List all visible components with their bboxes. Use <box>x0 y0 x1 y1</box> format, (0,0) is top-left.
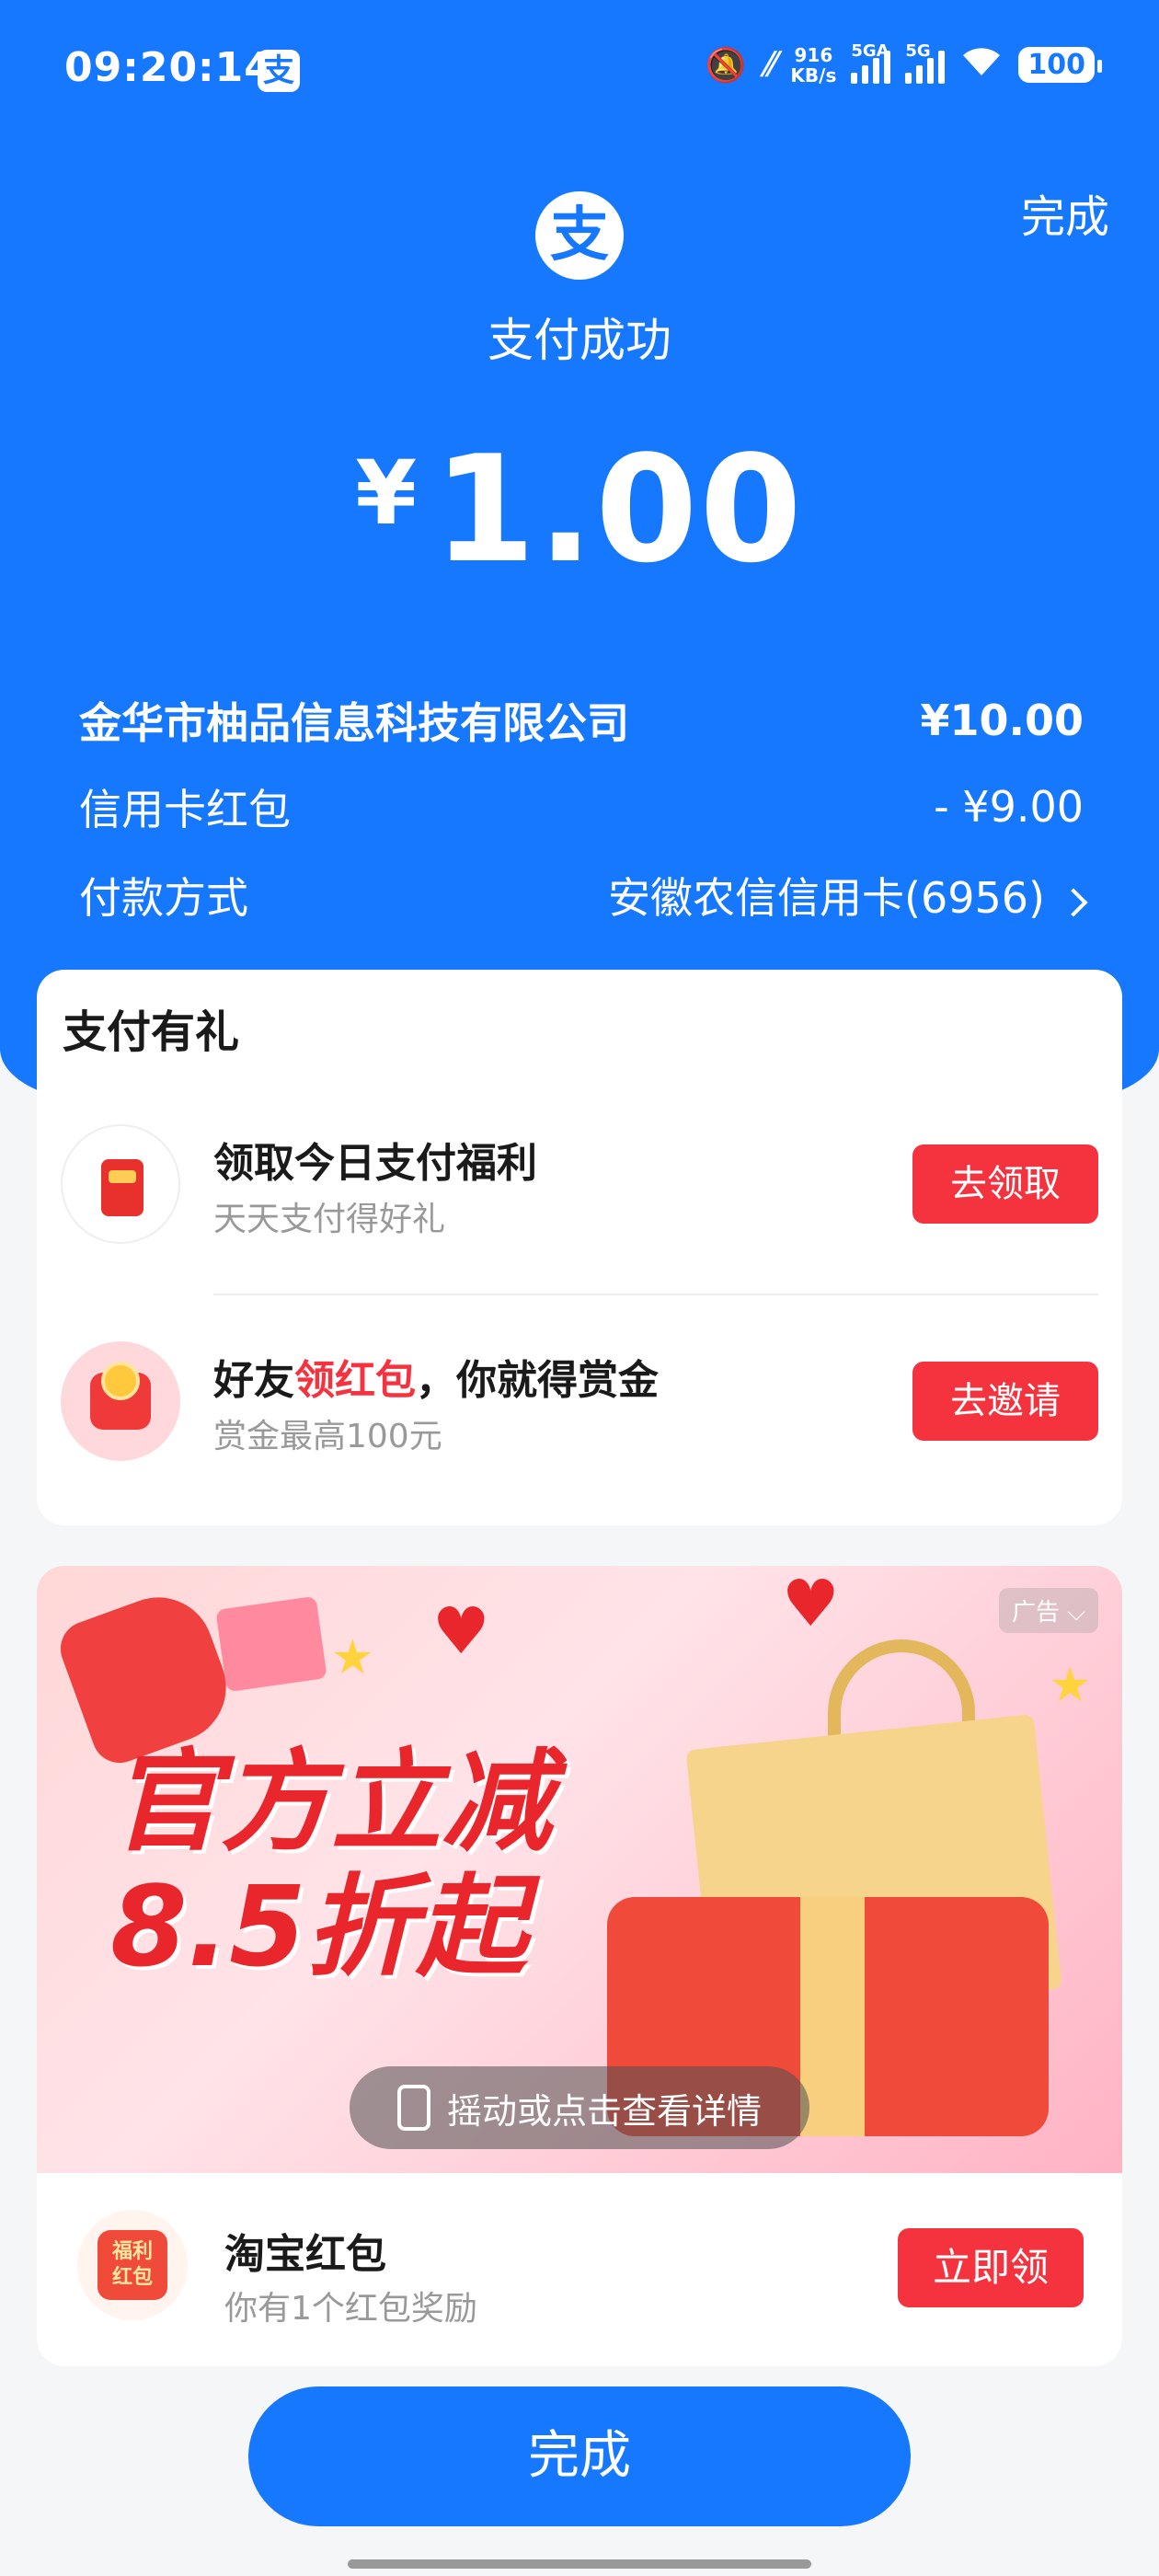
amount-value: 1.00 <box>433 423 804 595</box>
merchant-name: 金华市柚品信息科技有限公司 <box>79 698 629 748</box>
reward-item-title: 领取今日支付福利 <box>213 1140 537 1187</box>
reward-item-invite[interactable]: 好友领红包，你就得赏金 赏金最高100元 去邀请 <box>37 1325 1122 1472</box>
done-button[interactable]: 完成 <box>248 2386 911 2526</box>
home-indicator[interactable] <box>348 2559 811 2569</box>
signal-5ga-icon: 5GA <box>851 41 891 84</box>
ad-headline: 官方立减 8.5折起 <box>110 1739 552 1992</box>
rewards-card: 支付有礼 领取今日支付福利 天天支付得好礼 去领取 好友领红包，你就得赏金 赏金… <box>37 970 1122 1525</box>
payment-method-row[interactable]: 付款方式 安徽农信信用卡(6956) <box>79 863 1088 927</box>
ad-title: 淘宝红包 <box>224 2231 386 2278</box>
network-speed: 916 KB/s <box>790 43 837 86</box>
heart-icon: ♥ <box>782 1566 840 1641</box>
mute-bell-icon: 🔕 <box>705 46 747 85</box>
chevron-right-icon <box>1059 888 1088 917</box>
currency-symbol: ¥ <box>355 442 418 545</box>
signal-5g-icon: 5G <box>905 41 946 84</box>
payment-method-value-wrap[interactable]: 安徽农信信用卡(6956) <box>608 865 1088 926</box>
star-icon: ★ <box>1049 1658 1092 1713</box>
shake-hint-pill[interactable]: 摇动或点击查看详情 <box>350 2066 809 2149</box>
gift-box-icon <box>215 1595 327 1693</box>
battery-icon: 100 <box>1018 47 1102 83</box>
claim-button[interactable]: 去领取 <box>912 1144 1098 1224</box>
red-envelope-coin-icon <box>61 1341 180 1461</box>
payment-method-label: 付款方式 <box>79 873 248 923</box>
alipay-notification-icon: 支 <box>258 50 300 92</box>
discount-label: 信用卡红包 <box>79 785 291 834</box>
divider <box>213 1294 1098 1295</box>
discount-row: 信用卡红包 - ¥9.00 <box>79 775 1084 839</box>
ad-subtitle: 你有1个红包奖励 <box>224 2290 477 2328</box>
status-time: 09:20:14 <box>64 44 273 91</box>
wifi-icon <box>959 42 1004 87</box>
status-bar: 09:20:14 支 🔕 ⫽ 916 KB/s 5GA 5G 100 <box>0 0 1159 138</box>
alipay-logo-icon: 支 <box>535 191 624 280</box>
nfc-icon: ⫽ <box>761 45 776 84</box>
heart-icon: ♥ <box>432 1593 490 1669</box>
done-link-top[interactable]: 完成 <box>1021 180 1109 245</box>
status-icons: 🔕 ⫽ 916 KB/s 5GA 5G 100 <box>705 41 1102 87</box>
ad-banner[interactable]: ♥ ♥ ★ ★ 广告 ⌵ 官方立减 8.5折起 摇动或点击查看详情 <box>37 1566 1122 2173</box>
payment-status-text: 支付成功 <box>488 314 671 367</box>
shake-hint-text: 摇动或点击查看详情 <box>446 2090 762 2132</box>
merchant-row: 金华市柚品信息科技有限公司 ¥10.00 <box>79 688 1084 753</box>
red-envelope-mascot-icon <box>61 1124 180 1244</box>
payment-method-value: 安徽农信信用卡(6956) <box>608 873 1045 923</box>
reward-item-subtitle: 天天支付得好礼 <box>213 1201 446 1238</box>
discount-amount: - ¥9.00 <box>934 782 1084 832</box>
rewards-title: 支付有礼 <box>63 1006 240 1058</box>
shake-phone-icon <box>396 2085 430 2131</box>
ad-card: ♥ ♥ ★ ★ 广告 ⌵ 官方立减 8.5折起 摇动或点击查看详情 福利 红包 淘… <box>37 1566 1122 2366</box>
star-icon: ★ <box>331 1630 374 1685</box>
merchant-amount: ¥10.00 <box>920 696 1084 745</box>
reward-item-daily[interactable]: 领取今日支付福利 天天支付得好礼 去领取 <box>37 1108 1122 1255</box>
reward-item-title: 好友领红包，你就得赏金 <box>213 1357 659 1404</box>
payment-amount: ¥1.00 <box>0 423 1159 595</box>
invite-button[interactable]: 去邀请 <box>912 1362 1098 1441</box>
taobao-red-envelope-icon: 福利 红包 <box>77 2210 188 2320</box>
reward-item-subtitle: 赏金最高100元 <box>213 1418 442 1455</box>
claim-now-button[interactable]: 立即领 <box>898 2228 1084 2307</box>
ad-tag[interactable]: 广告 ⌵ <box>999 1588 1098 1633</box>
